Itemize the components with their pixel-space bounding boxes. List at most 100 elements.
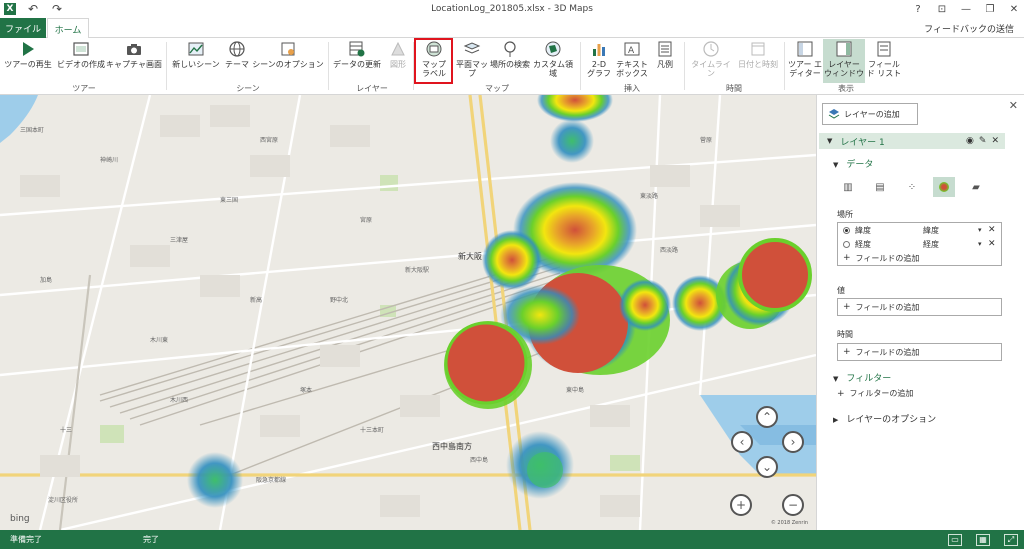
layer-options-header[interactable]: ▶ レイヤーのオプション (833, 412, 936, 425)
capture-screen-button[interactable]: キャプチャ画面 (106, 40, 162, 82)
tour-editor-icon (797, 41, 813, 57)
collapse-triangle-icon: ▼ (833, 375, 839, 383)
rotate-right-button[interactable]: › (782, 431, 804, 453)
chevron-right-icon: › (790, 435, 796, 449)
layer-panel: レイヤーの追加 ✕ ▼ レイヤー 1 ◉ ✎ ✕ ▼ データ ▥ ▤ ⁘ ▰ 場所… (816, 95, 1024, 530)
bubble-icon[interactable]: ⁘ (901, 177, 923, 197)
dropdown-arrow-icon[interactable]: ▾ (978, 240, 982, 248)
map-label-north: 東淡路 (640, 193, 659, 200)
field-list-button[interactable]: フィール ド リスト (864, 40, 904, 82)
chart-2d-button[interactable]: 2-D グラフ (584, 40, 614, 82)
radio-unselected-icon[interactable] (843, 240, 850, 248)
remove-field-icon[interactable]: ✕ (988, 225, 996, 235)
help-icon[interactable]: ? (912, 4, 924, 15)
bar-chart-icon (593, 44, 605, 56)
map-label-district: 西宮原 (260, 137, 279, 144)
highlight-box (414, 38, 453, 84)
screen-icon[interactable]: ▭ (948, 533, 962, 546)
zoom-out-button[interactable]: − (782, 494, 804, 516)
pencil-icon[interactable]: ✎ (979, 136, 987, 146)
location-field-longitude[interactable]: 経度 経度 ▾ ✕ (838, 237, 1001, 251)
region-icon[interactable]: ▰ (965, 177, 987, 197)
textbox-button[interactable]: A テキスト ボックス (614, 40, 650, 82)
grid-icon[interactable]: ▦ (976, 533, 990, 546)
flat-map-button[interactable]: 平面マップ (454, 40, 490, 82)
custom-regions-button[interactable]: カスタム領域 (530, 40, 576, 82)
map-canvas[interactable] (0, 95, 816, 530)
new-scene-button[interactable]: 新しいシーン (170, 40, 222, 82)
map-label-center: 新大阪駅 (405, 267, 430, 274)
map-label-district: 菅原 (700, 137, 713, 144)
plus-icon: + (735, 498, 747, 512)
rotate-left-button[interactable]: ‹ (731, 431, 753, 453)
expand-icon[interactable]: ⤢ (1004, 533, 1018, 546)
clock-icon (703, 41, 719, 57)
restore-icon[interactable]: ❐ (984, 4, 996, 15)
group-tour-label: ツアー (72, 84, 96, 93)
add-filter-link[interactable]: + フィルターの追加 (837, 388, 913, 399)
heat-map-icon[interactable] (933, 177, 955, 197)
map-label-district: 野中北 (330, 297, 349, 304)
data-section-header[interactable]: ▼ データ (833, 157, 873, 170)
location-field-latitude[interactable]: 緯度 緯度 ▾ ✕ (838, 223, 1001, 237)
map-view[interactable]: 新大阪 西中島南方 東中島 東淡路 新大阪駅 阪急京都線 西中島 淀川区役所 宮… (0, 95, 816, 530)
stacked-column-icon[interactable]: ▥ (837, 177, 859, 197)
add-layer-button[interactable]: レイヤーの追加 (822, 103, 918, 125)
eye-icon[interactable]: ◉ (966, 136, 974, 146)
radio-selected-icon[interactable] (843, 226, 850, 234)
undo-icon[interactable]: ↶ (26, 2, 40, 16)
play-tour-button[interactable]: ツアーの再生 (4, 40, 52, 82)
map-label-ward: 淀川区役所 (48, 497, 79, 504)
tab-file[interactable]: ファイル (0, 18, 46, 38)
custom-regions-icon (545, 41, 561, 57)
ribbon: ツアーの再生 ビデオの作成 キャプチャ画面 ツアー 新しいシーン テーマ シーン… (0, 38, 1024, 95)
delete-icon[interactable]: ✕ (991, 136, 999, 146)
zoom-in-button[interactable]: + (730, 494, 752, 516)
filter-section-header[interactable]: ▼ フィルター (833, 371, 891, 384)
group-map-label: マップ (485, 84, 509, 93)
layer-pane-button[interactable]: レイヤー ウィンドウ (824, 40, 864, 82)
status-bar: 準備完了 完了 ▭ ▦ ⤢ (0, 530, 1024, 549)
fullscreen-icon[interactable]: ⊡ (936, 4, 948, 15)
minimize-icon[interactable]: — (960, 4, 972, 15)
create-video-button[interactable]: ビデオの作成 (56, 40, 106, 82)
clustered-column-icon[interactable]: ▤ (869, 177, 891, 197)
time-label: 時間 (837, 330, 853, 339)
date-time-button[interactable]: 日付と時刻 (736, 40, 780, 82)
scene-options-button[interactable]: シーンのオプション (252, 40, 324, 82)
layer-item[interactable]: ▼ レイヤー 1 ◉ ✎ ✕ (819, 133, 1005, 149)
find-location-button[interactable]: 場所の検索 (490, 40, 530, 82)
tilt-up-button[interactable]: ⌃ (756, 406, 778, 428)
plus-icon: + (843, 253, 851, 263)
close-icon[interactable]: ✕ (1008, 4, 1020, 15)
theme-button[interactable]: テーマ (222, 40, 252, 82)
add-value-field[interactable]: + フィールドの追加 (838, 299, 1001, 315)
dropdown-arrow-icon[interactable]: ▾ (978, 226, 982, 234)
shapes-button[interactable]: 図形 (384, 40, 412, 82)
collapse-triangle-icon[interactable]: ▼ (827, 137, 832, 145)
redo-icon[interactable]: ↷ (50, 2, 64, 16)
video-icon (73, 42, 89, 56)
visualization-type-picker: ▥ ▤ ⁘ ▰ (837, 177, 987, 197)
legend-icon (658, 41, 672, 57)
tilt-down-button[interactable]: ⌄ (756, 456, 778, 478)
minus-icon: − (787, 498, 799, 512)
tour-editor-button[interactable]: ツアー エ ディター (786, 40, 824, 82)
map-label-rail: 阪急京都線 (256, 477, 287, 484)
chevron-up-icon: ⌃ (761, 410, 773, 424)
feedback-link[interactable]: フィードバックの送信 (924, 22, 1014, 35)
gear-icon (281, 42, 295, 56)
tab-home[interactable]: ホーム (47, 18, 89, 39)
remove-field-icon[interactable]: ✕ (988, 239, 996, 249)
legend-button[interactable]: 凡例 (650, 40, 680, 82)
add-location-field[interactable]: + フィールドの追加 (838, 251, 1001, 265)
add-time-field[interactable]: + フィールドの追加 (838, 344, 1001, 360)
timeline-button[interactable]: タイムライン (688, 40, 734, 82)
map-label-district: 十三 (60, 427, 73, 434)
panel-close-icon[interactable]: ✕ (1009, 99, 1018, 112)
map-copyright: © 2018 Zenrin (770, 520, 808, 526)
map-label-district: 三国本町 (20, 127, 45, 134)
refresh-data-button[interactable]: データの更新 (332, 40, 382, 82)
map-label-district: 塚本 (300, 387, 313, 394)
window-title: LocationLog_201805.xlsx - 3D Maps (431, 4, 593, 14)
